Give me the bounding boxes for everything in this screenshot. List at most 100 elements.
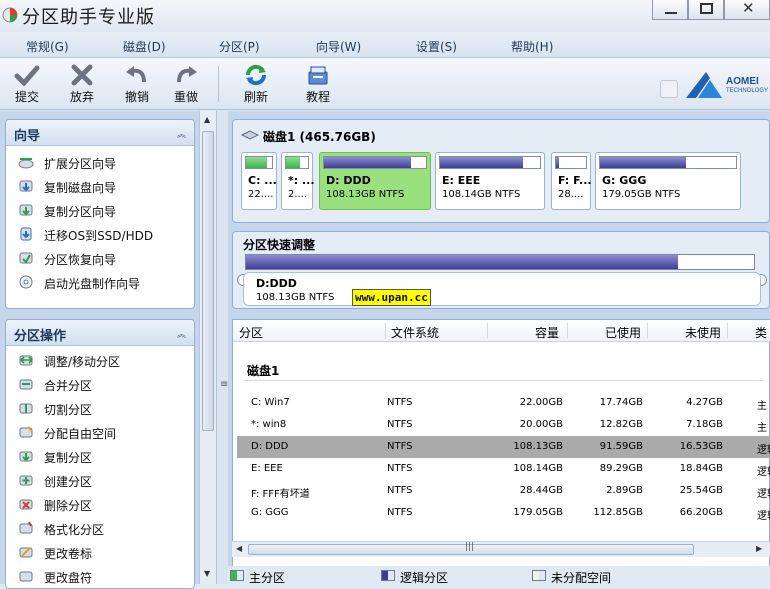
op-allocate-free-space[interactable]: 分配自由空间 xyxy=(6,420,194,444)
op-merge[interactable]: 合并分区 xyxy=(6,372,194,396)
partition-card[interactable]: C: ... 22.... xyxy=(241,152,277,210)
scrollbar-thumb[interactable] xyxy=(202,131,214,431)
table-row[interactable]: G: GGG NTFS 179.05GB 112.85GB 66.20GB 逻辑 xyxy=(237,502,770,524)
op-delete-partition[interactable]: 删除分区 xyxy=(6,492,194,516)
table-row[interactable]: F: FFF有坏道 NTFS 28.44GB 2.89GB 25.54GB 逻辑 xyxy=(237,480,770,502)
partition-usage-bar xyxy=(599,156,737,169)
menu-disk[interactable]: 磁盘(D) xyxy=(123,38,166,55)
window-title: 分区助手专业版 xyxy=(22,7,155,28)
col-used[interactable]: 已使用 xyxy=(605,324,641,341)
redo-label: 重做 xyxy=(173,90,198,104)
cell-fs: NTFS xyxy=(387,507,413,518)
cell-partition: D: DDD xyxy=(251,441,289,452)
col-capacity[interactable]: 容量 xyxy=(535,324,559,341)
partition-card[interactable]: E: EEE 108.14GB NTFS xyxy=(435,152,545,210)
scroll-down-icon[interactable]: ▼ xyxy=(204,569,210,578)
partition-card[interactable]: *: ... 2.... xyxy=(281,152,315,210)
commit-button[interactable]: 提交 xyxy=(7,62,47,108)
col-partition[interactable]: 分区 xyxy=(239,324,263,341)
scroll-right-icon[interactable]: ▶ xyxy=(756,544,762,553)
partition-card[interactable]: F: F... 28.... xyxy=(551,152,592,210)
wizard-item-migrate-os[interactable]: 迁移OS到SSD/HDD xyxy=(6,222,194,246)
partition-card[interactable]: G: GGG 179.05GB NTFS xyxy=(595,152,741,210)
ops-panel-header[interactable]: 分区操作 ︽ xyxy=(6,320,194,346)
wizard-item-extend[interactable]: 扩展分区向导 xyxy=(6,150,194,174)
table-row[interactable]: C: Win7 NTFS 22.00GB 17.74GB 4.27GB 主 xyxy=(237,392,770,414)
minimize-button[interactable] xyxy=(652,0,688,20)
partition-name: E: EEE xyxy=(442,174,481,187)
scroll-left-icon[interactable]: ◀ xyxy=(236,544,242,553)
op-format-partition[interactable]: 格式化分区 xyxy=(6,516,194,540)
column-divider xyxy=(487,323,488,339)
help-overlay-icon xyxy=(660,80,678,98)
wizard-panel-header[interactable]: 向导 ︽ xyxy=(6,120,194,146)
cell-capacity: 179.05GB xyxy=(513,507,563,518)
col-filesystem[interactable]: 文件系统 xyxy=(391,324,439,341)
undo-icon xyxy=(126,66,146,83)
cell-partition: C: Win7 xyxy=(251,397,290,408)
menu-settings[interactable]: 设置(S) xyxy=(416,38,457,55)
table-row[interactable]: E: EEE NTFS 108.14GB 89.29GB 18.84GB 逻辑 xyxy=(237,458,770,480)
column-divider xyxy=(647,323,648,339)
collapse-icon[interactable]: ︽ xyxy=(177,127,186,140)
sidebar-scrollbar[interactable]: ▲ ▼ xyxy=(199,111,216,584)
op-label: 分配自由空间 xyxy=(44,427,117,441)
partition-size: 108.14GB NTFS xyxy=(442,189,521,200)
logo-text: AOMEI xyxy=(726,76,759,87)
col-type[interactable]: 类 xyxy=(755,324,767,341)
wizard-item-recovery[interactable]: 分区恢复向导 xyxy=(6,246,194,270)
op-change-label[interactable]: 更改卷标 xyxy=(6,540,194,564)
partition-table: 分区 文件系统 容量 已使用 未使用 类 磁盘1 C: Win7 NTFS 22.0… xyxy=(232,319,770,573)
group-divider xyxy=(243,380,763,381)
pane-splitter[interactable]: ≡ xyxy=(216,111,228,584)
table-hscrollbar[interactable]: ◀ ||| ▶ xyxy=(232,541,770,557)
wizard-item-copy-disk[interactable]: 复制磁盘向导 xyxy=(6,174,194,198)
op-resize-move[interactable]: 调整/移动分区 xyxy=(6,348,194,372)
refresh-button[interactable]: 刷新 xyxy=(236,62,276,108)
tutorial-button[interactable]: 教程 xyxy=(298,62,338,108)
partition-size: 179.05GB NTFS xyxy=(602,189,681,200)
cell-type: 逻辑 xyxy=(757,489,770,500)
app-logo-icon xyxy=(2,7,18,23)
op-split[interactable]: 切割分区 xyxy=(6,396,194,420)
discard-button[interactable]: 放弃 xyxy=(62,62,102,108)
cell-type: 逻辑 xyxy=(757,511,770,522)
partition-usage-bar xyxy=(323,156,427,169)
op-label: 更改盘符 xyxy=(44,571,93,585)
menu-wizard[interactable]: 向导(W) xyxy=(316,38,361,55)
table-row[interactable]: D: DDD NTFS 108.13GB 91.59GB 16.53GB 逻辑 xyxy=(237,436,770,458)
wizard-item-bootable-media[interactable]: 启动光盘制作向导 xyxy=(6,270,194,294)
wizard-item-copy-partition[interactable]: 复制分区向导 xyxy=(6,198,194,222)
collapse-icon[interactable]: ︽ xyxy=(177,327,186,340)
aomei-logo: AOMEI TECHNOLOGY xyxy=(684,70,770,100)
op-label: 删除分区 xyxy=(44,499,93,513)
discard-icon xyxy=(71,64,93,86)
op-change-drive-letter[interactable]: 更改盘符 xyxy=(6,564,194,588)
op-create-partition[interactable]: 创建分区 xyxy=(6,468,194,492)
change-label-icon xyxy=(19,547,33,558)
scroll-up-icon[interactable]: ▲ xyxy=(204,115,210,124)
undo-button[interactable]: 撤销 xyxy=(117,62,157,108)
col-free[interactable]: 未使用 xyxy=(685,324,721,341)
cell-free: 4.27GB xyxy=(686,397,723,408)
tutorial-label: 教程 xyxy=(305,90,330,104)
partition-card[interactable]: D: DDD 108.13GB NTFS xyxy=(319,152,431,210)
copy-disk-icon xyxy=(19,180,33,192)
hscrollbar-thumb[interactable]: ||| xyxy=(248,542,694,555)
maximize-button[interactable] xyxy=(688,0,724,20)
menu-help[interactable]: 帮助(H) xyxy=(511,38,553,55)
toolbar-separator xyxy=(218,66,219,102)
column-divider xyxy=(385,323,386,339)
redo-button[interactable]: 重做 xyxy=(166,62,206,108)
op-label: 复制分区 xyxy=(44,451,93,465)
menu-general[interactable]: 常规(G) xyxy=(26,38,69,55)
op-copy-partition[interactable]: 复制分区 xyxy=(6,444,194,468)
cell-capacity: 108.13GB xyxy=(513,441,563,452)
quick-adjust-bar[interactable] xyxy=(245,254,755,270)
close-button[interactable]: ✕ xyxy=(724,0,770,20)
change-drive-letter-icon xyxy=(19,571,33,582)
table-row[interactable]: *: win8 NTFS 20.00GB 12.82GB 7.18GB 主 xyxy=(237,414,770,436)
disk-group-label: 磁盘1 xyxy=(247,364,280,378)
menu-partition[interactable]: 分区(P) xyxy=(219,38,260,55)
cell-used: 89.29GB xyxy=(599,463,643,474)
